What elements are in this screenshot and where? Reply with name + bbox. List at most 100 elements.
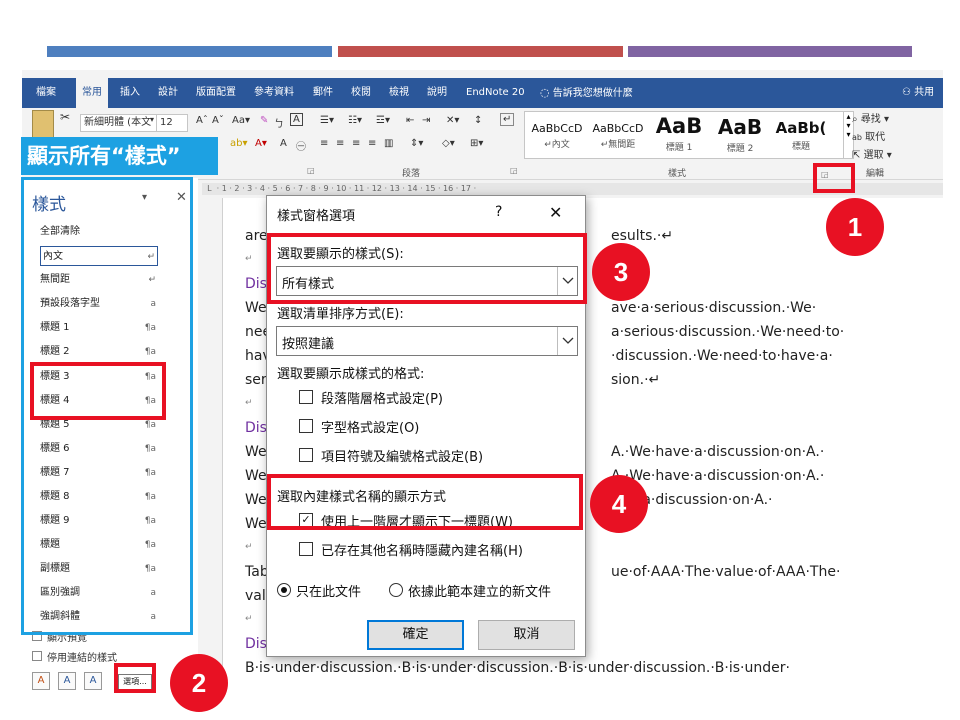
chevron-down-icon[interactable]	[557, 327, 577, 355]
paragraph-dialog-launcher-icon[interactable]: ◲	[510, 166, 518, 175]
tab-home[interactable]: 常用	[76, 78, 108, 108]
style-inspector-icon[interactable]: A	[58, 672, 76, 690]
gallery-name: 標題 2	[726, 144, 754, 154]
paragraph-format-label: 段落階層格式設定(P)	[321, 392, 443, 407]
doc-fragment: sion.·↵	[611, 372, 661, 388]
highlight-icon[interactable]: ab▾	[230, 138, 248, 149]
disable-linked-checkbox[interactable]	[32, 651, 42, 661]
enclose-char-icon[interactable]: ㊀	[296, 138, 306, 153]
share-button[interactable]: ⚇ 共用	[902, 78, 934, 108]
step-badge-4: 4	[590, 475, 648, 533]
doc-line: We	[245, 444, 267, 460]
gallery-style-nospacing[interactable]: AaBbCcD ↵無間距	[588, 112, 648, 158]
show-marks-icon[interactable]: ↵	[500, 113, 515, 126]
doc-heading: Dis	[245, 420, 267, 436]
step-badge-1: 1	[826, 198, 884, 256]
close-icon[interactable]: ✕	[549, 203, 562, 222]
select-label: 選取	[863, 150, 884, 161]
bullets-icon[interactable]: ☰▾	[320, 115, 334, 126]
decrease-indent-icon[interactable]: ⇤	[406, 115, 414, 126]
tab-view[interactable]: 檢視	[389, 78, 409, 108]
step-badge-3: 3	[592, 243, 650, 301]
align-right-icon[interactable]: ≡	[352, 138, 360, 149]
font-color-icon[interactable]: A▾	[255, 138, 267, 149]
border-char-icon[interactable]: A	[290, 113, 303, 126]
new-style-icon[interactable]: A	[32, 672, 50, 690]
gallery-name: ↵內文	[544, 140, 570, 150]
font-format-checkbox[interactable]	[299, 419, 313, 433]
gallery-sample: AaB	[655, 114, 703, 138]
font-dialog-launcher-icon[interactable]: ◲	[307, 166, 315, 175]
replace-icon: ab	[852, 133, 862, 142]
find-button[interactable]: ⌕ 尋找 ▾	[852, 110, 889, 125]
gallery-style-normal[interactable]: AaBbCcD ↵內文	[527, 112, 587, 158]
doc-line: ↵	[245, 254, 253, 264]
gallery-style-heading1[interactable]: AaB 標題 1	[649, 112, 709, 158]
phonetic-icon[interactable]: ㄅ	[274, 115, 284, 130]
only-this-document-label: 只在此文件	[296, 585, 362, 600]
borders-icon[interactable]: ⊞▾	[470, 138, 483, 149]
align-center-icon[interactable]: ≡	[336, 138, 344, 149]
paragraph-format-checkbox[interactable]	[299, 390, 313, 404]
manage-styles-icon[interactable]: A	[84, 672, 102, 690]
asian-layout-icon[interactable]: ✕▾	[446, 115, 459, 126]
gallery-style-heading2[interactable]: AaB 標題 2	[710, 112, 770, 158]
tell-me-box[interactable]: ◌ 告訴我您想做什麼	[540, 78, 633, 108]
gallery-sample: AaB	[717, 115, 763, 139]
gallery-style-title[interactable]: AaBb( 標題	[771, 112, 831, 158]
chevron-down-icon[interactable]: ▾	[150, 115, 154, 124]
change-case-icon[interactable]: Aa▾	[232, 115, 250, 126]
sort-dropdown[interactable]: 按照建議	[276, 326, 578, 356]
tab-file[interactable]: 檔案	[36, 78, 56, 108]
doc-line: We	[245, 492, 267, 508]
bullet-format-checkbox[interactable]	[299, 448, 313, 462]
line-spacing-icon[interactable]: ⇕▾	[410, 138, 423, 149]
char-shading-icon[interactable]: A	[280, 138, 287, 149]
tab-design[interactable]: 設計	[158, 78, 178, 108]
cursor-icon: ⇱	[852, 150, 861, 161]
hide-builtin-name-checkbox[interactable]	[299, 542, 313, 556]
only-this-document-radio[interactable]	[277, 583, 291, 597]
disable-linked-label: 停用連結的樣式	[47, 653, 117, 664]
paste-icon[interactable]	[32, 110, 54, 138]
tab-help[interactable]: 說明	[427, 78, 447, 108]
new-documents-radio[interactable]	[389, 583, 403, 597]
tab-review[interactable]: 校閱	[351, 78, 371, 108]
shading-icon[interactable]: ◇▾	[442, 138, 455, 149]
multilevel-icon[interactable]: ☲▾	[376, 115, 390, 126]
font-size-select[interactable]: 12	[156, 114, 188, 132]
select-button[interactable]: ⇱ 選取 ▾	[852, 146, 892, 161]
ok-button[interactable]: 確定	[367, 620, 464, 650]
share-label: 共用	[914, 87, 935, 98]
tab-endnote[interactable]: EndNote 20	[466, 78, 525, 108]
distributed-icon[interactable]: ▥	[384, 138, 393, 149]
align-left-icon[interactable]: ≡	[320, 138, 328, 149]
clear-format-icon[interactable]: ✎	[260, 115, 268, 126]
font-name-select[interactable]: 新細明體 (本文	[80, 114, 160, 132]
top-bar-red	[338, 46, 623, 57]
gallery-sample: AaBb(	[775, 119, 827, 137]
replace-button[interactable]: ab 取代	[852, 128, 885, 143]
cut-icon[interactable]: ✂	[60, 110, 70, 124]
justify-icon[interactable]: ≡	[368, 138, 376, 149]
numbering-icon[interactable]: ☷▾	[348, 115, 362, 126]
doc-line: ↵	[245, 614, 253, 624]
slide: 檔案 常用 插入 設計 版面配置 參考資料 郵件 校閱 檢視 說明 EndNot…	[0, 0, 960, 720]
tab-references[interactable]: 參考資料	[254, 78, 294, 108]
annotation-options-box	[114, 663, 156, 693]
help-icon[interactable]: ?	[495, 204, 502, 220]
doc-fragment: ·discussion.·We·need·to·have·a·	[611, 348, 833, 364]
tab-layout[interactable]: 版面配置	[196, 78, 236, 108]
shrink-font-icon[interactable]: Aˇ	[212, 115, 224, 126]
top-bar-blue	[47, 46, 332, 57]
cancel-button[interactable]: 取消	[478, 620, 575, 650]
doc-fragment: ave·a·serious·discussion.·We·	[611, 300, 817, 316]
step-badge-2: 2	[170, 654, 228, 712]
bullet-format-label: 項目符號及編號格式設定(B)	[321, 450, 484, 465]
tab-insert[interactable]: 插入	[120, 78, 140, 108]
sort-icon[interactable]: ↕	[474, 115, 482, 126]
increase-indent-icon[interactable]: ⇥	[422, 115, 430, 126]
grow-font-icon[interactable]: Aˆ	[196, 115, 208, 126]
tab-mailings[interactable]: 郵件	[313, 78, 333, 108]
doc-fragment: A.·We·have·a·discussion·on·A.·	[611, 468, 825, 484]
